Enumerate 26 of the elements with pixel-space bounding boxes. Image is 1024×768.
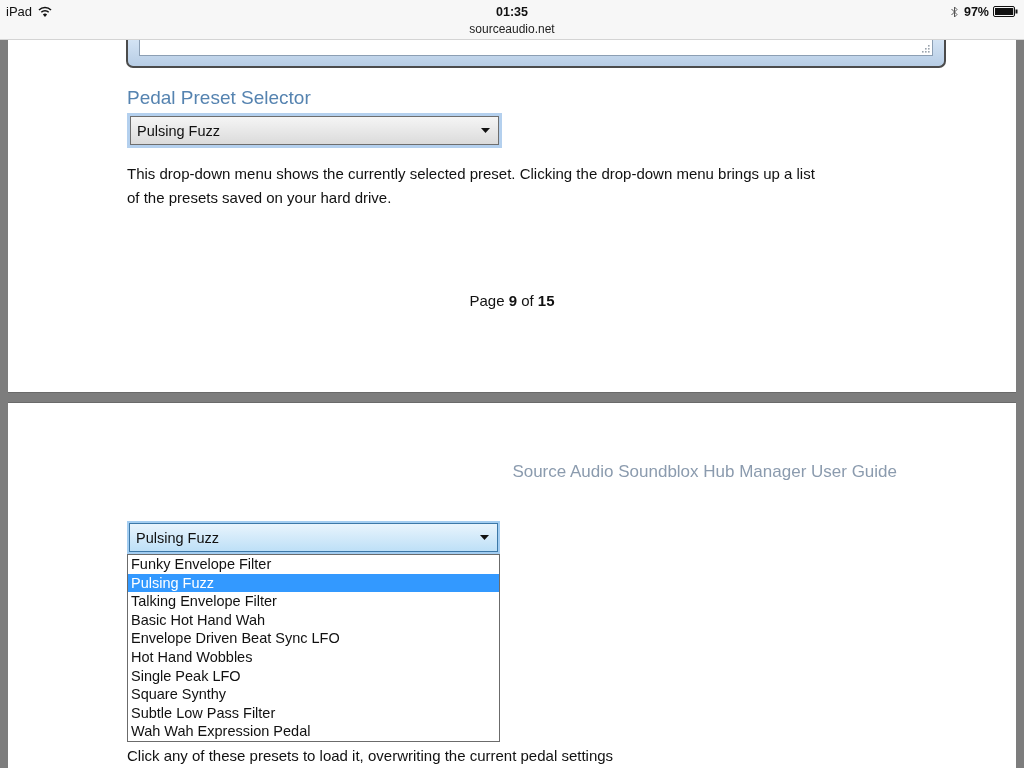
bluetooth-icon (950, 5, 958, 18)
section-heading: Pedal Preset Selector (127, 86, 311, 110)
caret-icon (481, 128, 490, 133)
dropdown-option[interactable]: Single Peak LFO (128, 666, 499, 686)
running-header: Source Audio Soundblox Hub Manager User Guide (512, 461, 897, 483)
page-number: Page 9 of 15 (469, 291, 555, 311)
resize-grip-icon[interactable] (921, 44, 930, 53)
dropdown-option[interactable]: Square Synthy (128, 685, 499, 704)
dropdown-option[interactable]: Talking Envelope Filter (128, 592, 499, 611)
caret-icon (480, 535, 489, 540)
preset-dropdown[interactable]: Pulsing Fuzz (127, 113, 502, 148)
dropdown-option[interactable]: Basic Hot Hand Wah (128, 610, 499, 630)
dropdown-option[interactable]: Hot Hand Wobbles (128, 647, 499, 667)
dropdown-option[interactable]: Funky Envelope Filter (128, 555, 499, 574)
wifi-icon (38, 6, 53, 17)
battery-percent: 97% (963, 4, 989, 19)
preset-dropdown[interactable]: Pulsing Fuzz (127, 521, 500, 554)
dropdown-option[interactable]: Envelope Driven Beat Sync LFO (128, 629, 499, 648)
body-text: Click any of these presets to load it, overwriting the current pedal settings (127, 745, 614, 765)
device-name: iPad (6, 4, 33, 19)
page-url: sourceaudio.net (469, 22, 555, 36)
body-text: This drop-down menu shows the currently selected preset. Clicking the drop-down menu brings up a list of the presets saved on your hard drive. (127, 164, 816, 208)
dropdown-option[interactable]: Wah Wah Expression Pedal (128, 722, 499, 741)
dropdown-option[interactable]: Subtle Low Pass Filter (128, 703, 499, 723)
clock-time: 01:35 (496, 4, 528, 19)
battery-icon (993, 6, 1018, 17)
